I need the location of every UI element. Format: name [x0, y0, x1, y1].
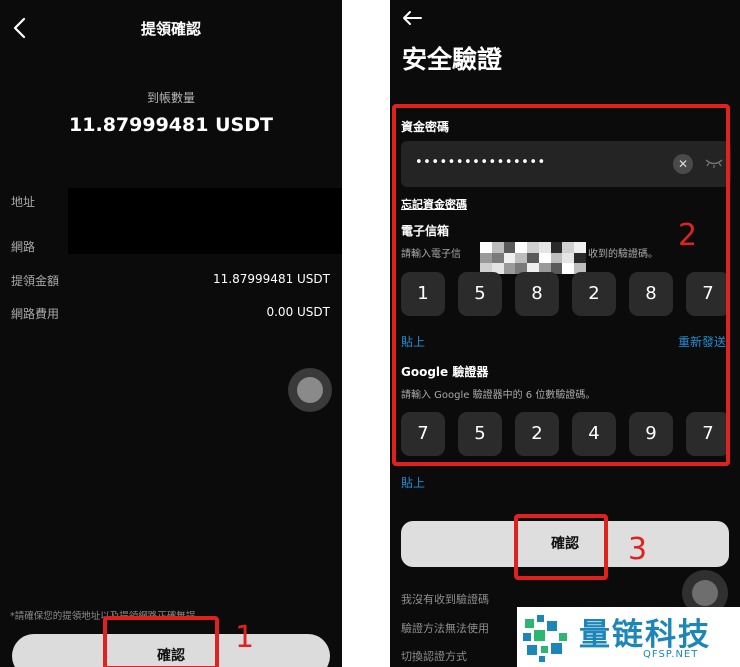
annotation-box-step-2	[392, 104, 730, 466]
brand-subtitle: QFSP.NET	[643, 649, 699, 660]
switch-auth-method-link[interactable]: 切換認證方式	[401, 648, 467, 664]
network-fee-value: 0.00 USDT	[266, 305, 330, 319]
annotation-number-1: 1	[235, 620, 255, 655]
annotation-box-step-3	[514, 514, 608, 580]
withdraw-amount-value: 11.87999481 USDT	[213, 272, 330, 286]
annotation-number-3: 3	[628, 532, 648, 567]
annotation-box-step-1	[103, 616, 219, 667]
address-label: 地址	[11, 195, 36, 209]
method-unavailable-link[interactable]: 驗證方法無法使用	[401, 620, 489, 636]
annotation-number-2: 2	[678, 218, 698, 253]
amount-value: 11.87999481 USDT	[69, 114, 273, 136]
brand-watermark: 量链科技 QFSP.NET	[517, 607, 740, 667]
amount-label: 到帳數量	[146, 91, 195, 105]
back-arrow-icon[interactable]	[401, 10, 423, 26]
network-fee-label: 網路費用	[11, 307, 60, 321]
page-title: 提領確認	[140, 20, 201, 38]
brand-logo-icon	[523, 615, 567, 662]
brand-title: 量链科技	[579, 617, 711, 653]
withdraw-confirm-screen: 提領確認 到帳數量 11.87999481 USDT 地址 網路 提領金額 11…	[0, 0, 342, 667]
network-label: 網路	[11, 240, 36, 254]
no-code-received-link[interactable]: 我沒有收到驗證碼	[401, 591, 489, 607]
page-title: 安全驗證	[402, 45, 503, 74]
floating-assist-button[interactable]	[288, 368, 332, 412]
withdraw-amount-label: 提領金額	[11, 274, 60, 288]
google-paste-link[interactable]: 貼上	[401, 474, 425, 491]
redacted-address-block	[68, 188, 342, 254]
